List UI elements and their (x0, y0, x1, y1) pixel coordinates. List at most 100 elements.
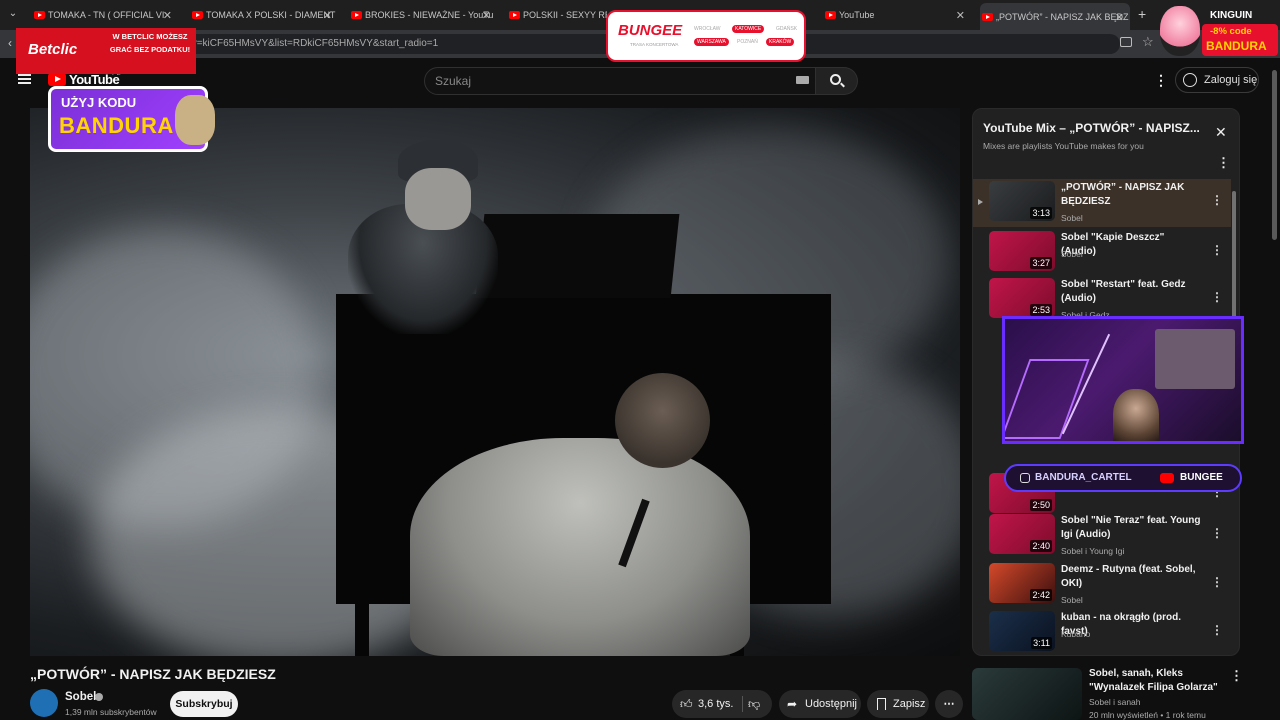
more-actions-button[interactable]: ⋯ (935, 690, 963, 718)
playlist-menu-icon[interactable]: ⋮ (1217, 155, 1230, 171)
signin-label: Zaloguj się (1204, 74, 1258, 86)
video-thumbnail: 2:40 (989, 514, 1055, 554)
video-player[interactable] (30, 108, 960, 656)
like-button[interactable]: 👍︎ 3,6 tys. 👎︎ (672, 690, 772, 718)
like-count: 3,6 tys. (698, 698, 734, 710)
bookmark-star-icon[interactable]: ☆ (1142, 34, 1154, 50)
youtube-favicon-icon (982, 12, 993, 21)
more-options-icon[interactable]: ⋮ (1211, 290, 1223, 304)
video-thumbnail: 3:13 (989, 181, 1055, 221)
account-icon (1183, 73, 1197, 87)
share-icon: ➦ (787, 697, 798, 711)
new-tab-button[interactable]: + (1138, 6, 1146, 22)
playlist-item-title: Deemz - Rutyna (feat. Sobel, OKI) (1061, 564, 1196, 589)
video-thumbnail: 2:53 (989, 278, 1055, 318)
kinguin-discount: -8% code (1210, 26, 1252, 37)
more-options-icon[interactable]: ⋮ (1154, 72, 1168, 89)
duration: 3:13 (1030, 207, 1052, 219)
bandura-code-overlay: UŻYJ KODU BANDURA (48, 86, 215, 152)
youtube-favicon-icon (351, 11, 362, 19)
playlist-item[interactable]: 2:40 Sobel "Nie Teraz" feat. Young Igi (… (973, 512, 1231, 560)
browser-tab[interactable]: BROKIES - NIEWAŻNE - YouTu ✕ (349, 4, 497, 26)
search-button[interactable] (816, 67, 858, 95)
save-label: Zapisz (893, 698, 926, 710)
playlist-item-channel: Sobel (1061, 249, 1083, 259)
share-button[interactable]: ➦ Udostępnij (779, 690, 861, 718)
penguin-mascot-icon (1160, 6, 1200, 56)
close-icon[interactable]: ✕ (163, 9, 172, 22)
video-thumbnail: 3:27 (989, 231, 1055, 271)
playlist-item-channel: Sobel i Young Igi (1061, 546, 1125, 556)
betclic-logo: Betclic (28, 41, 78, 58)
close-icon[interactable]: ✕ (1115, 11, 1124, 24)
save-button[interactable]: Zapisz (867, 690, 929, 718)
bungee-city: KATOWICE (732, 25, 765, 33)
tab-label: YouTube (839, 10, 875, 20)
close-icon[interactable]: ✕ (323, 9, 332, 22)
close-icon[interactable]: ✕ (956, 9, 965, 22)
bungee-city: KRAKÓW (766, 38, 795, 46)
more-options-icon[interactable]: ⋮ (1211, 623, 1223, 637)
browser-tab-active[interactable]: „POTWÓR” - NAPISZ JAK BĘDZ ✕ (980, 3, 1130, 30)
page-scrollbar[interactable] (1272, 70, 1277, 240)
bungee-subtitle: TRASA KONCERTOWA (630, 42, 679, 47)
duration: 3:11 (1031, 637, 1052, 649)
kinguin-badge: -8% code BANDURA (1202, 24, 1278, 56)
browser-tab[interactable]: POLSKII - SEXYY RED (M (507, 4, 607, 26)
duration: 3:27 (1030, 257, 1052, 269)
bookmark-icon (877, 698, 886, 710)
bungee-city: POZNAŃ (737, 39, 758, 45)
more-options-icon[interactable]: ⋮ (1211, 243, 1223, 257)
browser-tab[interactable]: YouTube ✕ (823, 4, 971, 26)
hamburger-menu-icon[interactable] (18, 74, 31, 84)
signin-button[interactable]: Zaloguj się (1175, 67, 1259, 93)
more-options-icon[interactable]: ⋮ (1230, 668, 1243, 684)
tab-list-chevron-icon[interactable]: ⌄ (6, 8, 20, 22)
playlist-item[interactable]: 3:11 kuban - na okrągło (prod. favst) Ku… (973, 609, 1231, 655)
youtube-favicon-icon (34, 11, 45, 19)
more-options-icon[interactable]: ⋮ (1211, 526, 1223, 540)
tab-label: TOMAKA - TN ( OFFICIAL VI (48, 10, 165, 20)
youtube-favicon-icon (825, 11, 836, 19)
playlist-item[interactable]: 3:13 „POTWÓR” - NAPISZ JAK BĘDZIESZ Sobe… (973, 179, 1231, 227)
playlist-item-title: Sobel "Restart" feat. Gedz (Audio) (1061, 279, 1186, 304)
channel-avatar[interactable] (30, 689, 58, 717)
recommended-channel: Sobel i sanah (1089, 697, 1141, 707)
playlist-title[interactable]: YouTube Mix – „POTWÓR” - NAPISZ... (983, 121, 1208, 135)
kinguin-logo: KINGUIN (1210, 10, 1253, 21)
playlist-subtitle: Mixes are playlists YouTube makes for yo… (983, 141, 1144, 151)
bungee-city: WROCŁAW (694, 26, 721, 32)
bungee-city: GDAŃSK (776, 26, 798, 32)
more-options-icon[interactable]: ⋮ (1211, 193, 1223, 207)
close-icon[interactable]: ✕ (482, 9, 491, 22)
recommended-title[interactable]: Sobel, sanah, Kleks "Wynalazek Filipa Go… (1089, 667, 1229, 695)
tab-label: POLSKII - SEXYY RED (M (523, 10, 607, 20)
more-options-icon[interactable]: ⋮ (1211, 575, 1223, 589)
cam-neon-shape (1005, 359, 1090, 439)
streamer-webcam (1002, 316, 1244, 444)
instagram-handle: BANDURA_CARTEL (1035, 472, 1132, 483)
playlist-item[interactable]: 3:27 Sobel "Kapie Deszcz" (Audio) Sobel … (973, 229, 1231, 277)
install-icon[interactable] (1120, 37, 1132, 47)
tab-label: „POTWÓR” - NAPISZ JAK BĘDZ (996, 11, 1129, 22)
browser-tab[interactable]: TOMAKA X POLSKI - DIAMENT ✕ (190, 4, 338, 26)
playlist-item[interactable]: 2:42 Deemz - Rutyna (feat. Sobel, OKI) S… (973, 561, 1231, 609)
playlist-item-title: „POTWÓR” - NAPISZ JAK BĘDZIESZ (1061, 182, 1185, 207)
youtube-play-logo-icon (48, 73, 66, 86)
recommended-thumbnail[interactable] (972, 668, 1082, 720)
tab-label: BROKIES - NIEWAŻNE - YouTu (365, 10, 494, 20)
search-input[interactable]: Szukaj (424, 67, 816, 95)
bungee-city: WARSZAWA (694, 38, 729, 46)
back-arrow-icon[interactable]: ‹ (8, 36, 12, 50)
browser-tab[interactable]: TOMAKA - TN ( OFFICIAL VI ✕ (32, 4, 178, 26)
close-playlist-icon[interactable]: ✕ (1215, 124, 1227, 141)
duration: 2:40 (1030, 540, 1052, 552)
pianist-face (405, 168, 471, 230)
subscribe-button[interactable]: Subskrybuj (170, 691, 238, 717)
youtube-handle: BUNGEE (1180, 472, 1223, 483)
channel-name[interactable]: Sobel (65, 691, 96, 703)
thumbs-up-icon: 👍︎ (680, 697, 693, 711)
youtube-favicon-icon (509, 11, 520, 19)
thumbs-down-icon[interactable]: 👎︎ (748, 690, 760, 718)
keyboard-icon[interactable] (796, 76, 809, 84)
